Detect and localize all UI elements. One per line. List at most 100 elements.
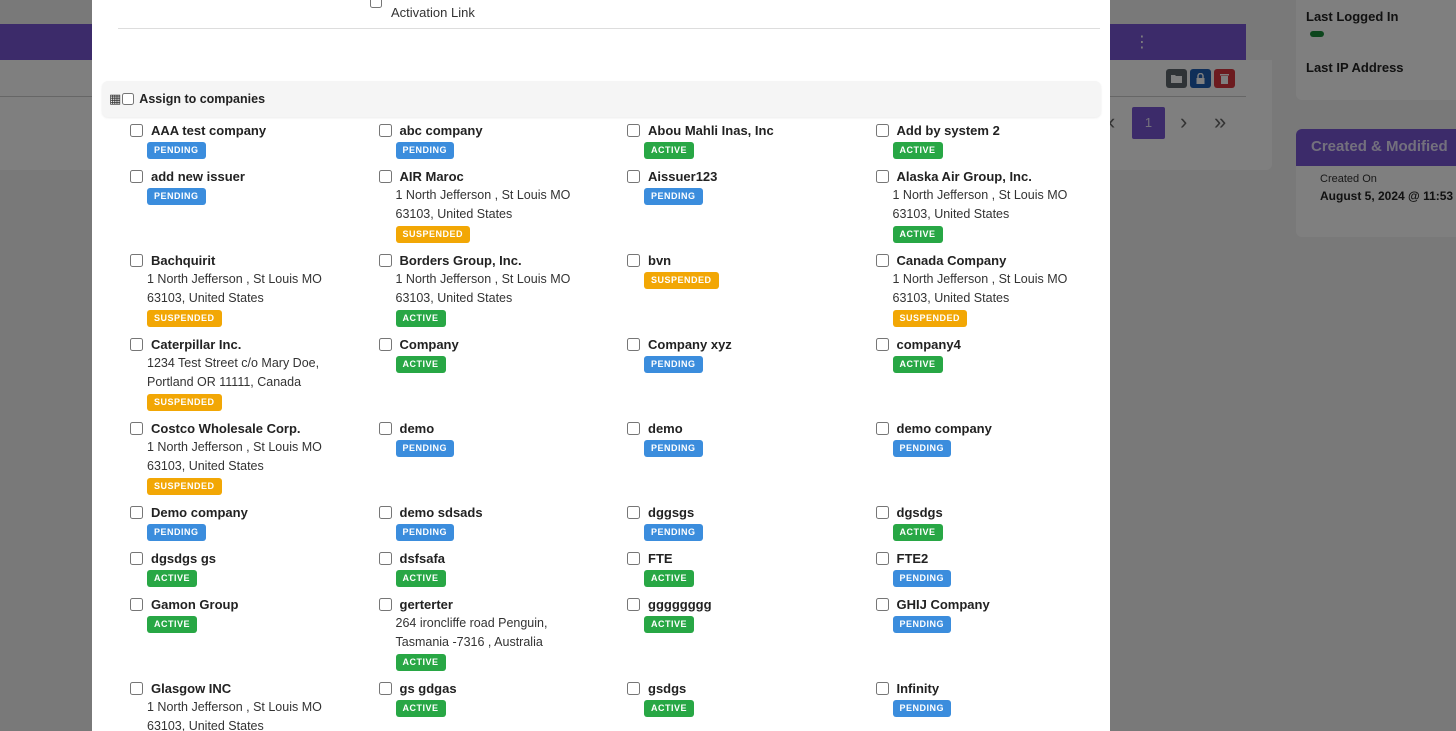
status-badge: ACTIVE xyxy=(395,654,446,671)
company-checkbox[interactable] xyxy=(627,338,640,351)
company-address-line: 1 North Jefferson , St Louis MO xyxy=(892,188,1068,202)
company-checkbox[interactable] xyxy=(378,552,392,565)
company-name: Demo company xyxy=(151,505,248,520)
company-name: FTE2 xyxy=(896,551,929,566)
company-name: dggsgs xyxy=(648,505,695,520)
company-checkbox[interactable] xyxy=(130,598,143,611)
company-item: Canada Company 1 North Jefferson , St Lou… xyxy=(874,252,1111,336)
company-address-line: 1234 Test Street c/o Mary Doe, xyxy=(147,356,320,370)
status-badge: PENDING xyxy=(147,142,206,159)
status-badge: PENDING xyxy=(644,356,703,373)
company-address-line: 63103, United States xyxy=(147,719,264,731)
company-name: abc company xyxy=(399,123,483,138)
divider xyxy=(118,28,1100,29)
company-name: dgsdgs gs xyxy=(151,551,217,566)
company-checkbox[interactable] xyxy=(378,170,392,183)
status-badge: ACTIVE xyxy=(395,310,446,327)
status-badge: ACTIVE xyxy=(892,524,943,541)
company-checkbox[interactable] xyxy=(875,552,889,565)
status-badge: ACTIVE xyxy=(892,226,943,243)
company-checkbox[interactable] xyxy=(378,254,392,267)
assign-all-checkbox[interactable] xyxy=(122,93,135,105)
status-badge: PENDING xyxy=(892,440,952,457)
company-item: AIR Maroc 1 North Jefferson , St Louis MO… xyxy=(377,168,626,252)
company-item: demo PENDING xyxy=(377,420,626,504)
building-icon: ▦ xyxy=(109,91,122,106)
company-checkbox[interactable] xyxy=(378,598,392,611)
company-item: Demo company PENDING xyxy=(128,504,377,550)
company-checkbox[interactable] xyxy=(875,170,889,183)
company-name: Glasgow INC xyxy=(151,681,232,696)
status-badge: ACTIVE xyxy=(644,700,695,717)
company-name: Borders Group, Inc. xyxy=(399,253,522,268)
company-name: Canada Company xyxy=(896,253,1007,268)
status-badge: ACTIVE xyxy=(892,356,943,373)
company-checkbox[interactable] xyxy=(627,124,640,137)
company-checkbox[interactable] xyxy=(130,170,143,183)
company-checkbox[interactable] xyxy=(378,338,392,351)
company-address-line: 63103, United States xyxy=(147,459,264,473)
company-name: demo sdsads xyxy=(399,505,483,520)
company-item: add new issuer PENDING xyxy=(128,168,377,252)
company-checkbox[interactable] xyxy=(130,682,143,695)
company-checkbox[interactable] xyxy=(378,506,392,519)
company-checkbox[interactable] xyxy=(875,506,889,519)
status-badge: PENDING xyxy=(892,700,952,717)
company-address-line: Tasmania -7316 , Australia xyxy=(395,635,543,649)
company-checkbox[interactable] xyxy=(627,552,640,565)
company-name: gs gdgas xyxy=(399,681,457,696)
company-address-line: 1 North Jefferson , St Louis MO xyxy=(147,272,322,286)
company-item: GHIJ Company PENDING xyxy=(874,596,1111,680)
company-checkbox[interactable] xyxy=(875,422,889,435)
company-checkbox[interactable] xyxy=(627,254,640,267)
company-checkbox[interactable] xyxy=(875,124,889,137)
company-checkbox[interactable] xyxy=(875,338,889,351)
status-badge: SUSPENDED xyxy=(644,272,719,289)
company-item: Caterpillar Inc. 1234 Test Street c/o Mar… xyxy=(128,336,377,420)
company-checkbox[interactable] xyxy=(627,506,640,519)
company-item: demo PENDING xyxy=(625,420,874,504)
company-checkbox[interactable] xyxy=(627,170,640,183)
company-item: Company xyz PENDING xyxy=(625,336,874,420)
company-item: FTE ACTIVE xyxy=(625,550,874,596)
status-badge: ACTIVE xyxy=(892,142,943,159)
company-checkbox[interactable] xyxy=(875,598,889,611)
company-item: Alaska Air Group, Inc. 1 North Jefferson … xyxy=(874,168,1111,252)
company-checkbox[interactable] xyxy=(130,552,143,565)
company-checkbox[interactable] xyxy=(627,598,640,611)
company-checkbox[interactable] xyxy=(875,682,889,695)
company-item: dsfsafa ACTIVE xyxy=(377,550,626,596)
status-badge: ACTIVE xyxy=(147,616,198,633)
company-name: gsdgs xyxy=(648,681,687,696)
company-name: Bachquirit xyxy=(151,253,216,268)
company-name: dsfsafa xyxy=(399,551,446,566)
status-badge: ACTIVE xyxy=(644,142,695,159)
activation-link-checkbox[interactable] xyxy=(370,0,382,8)
company-checkbox[interactable] xyxy=(130,254,143,267)
company-checkbox[interactable] xyxy=(627,682,640,695)
company-checkbox[interactable] xyxy=(378,422,392,435)
company-checkbox[interactable] xyxy=(378,124,392,137)
company-name: demo company xyxy=(896,421,992,436)
company-checkbox[interactable] xyxy=(627,422,640,435)
status-badge: PENDING xyxy=(395,440,455,457)
company-name: add new issuer xyxy=(151,169,245,184)
company-checkbox[interactable] xyxy=(875,254,889,267)
company-item: gerterter 264 ironcliffe road Penguin, Tas… xyxy=(377,596,626,680)
company-checkbox[interactable] xyxy=(130,124,143,137)
company-address-line: 63103, United States xyxy=(395,291,513,305)
status-badge: SUSPENDED xyxy=(147,394,222,411)
company-list: AAA test company PENDING abc company PENDIN… xyxy=(128,122,1110,731)
company-checkbox[interactable] xyxy=(378,682,392,695)
status-badge: SUSPENDED xyxy=(147,478,222,495)
company-checkbox[interactable] xyxy=(130,338,143,351)
company-item: demo company PENDING xyxy=(874,420,1111,504)
status-badge: SUSPENDED xyxy=(892,310,968,327)
status-badge: ACTIVE xyxy=(395,570,446,587)
company-item: Gamon Group ACTIVE xyxy=(128,596,377,680)
company-checkbox[interactable] xyxy=(130,422,143,435)
company-checkbox[interactable] xyxy=(130,506,143,519)
activation-link-label: Activation Link xyxy=(391,5,475,20)
company-name: FTE xyxy=(648,551,673,566)
modal-dialog: Activation Link ▦ Assign to companies AA… xyxy=(92,0,1110,731)
